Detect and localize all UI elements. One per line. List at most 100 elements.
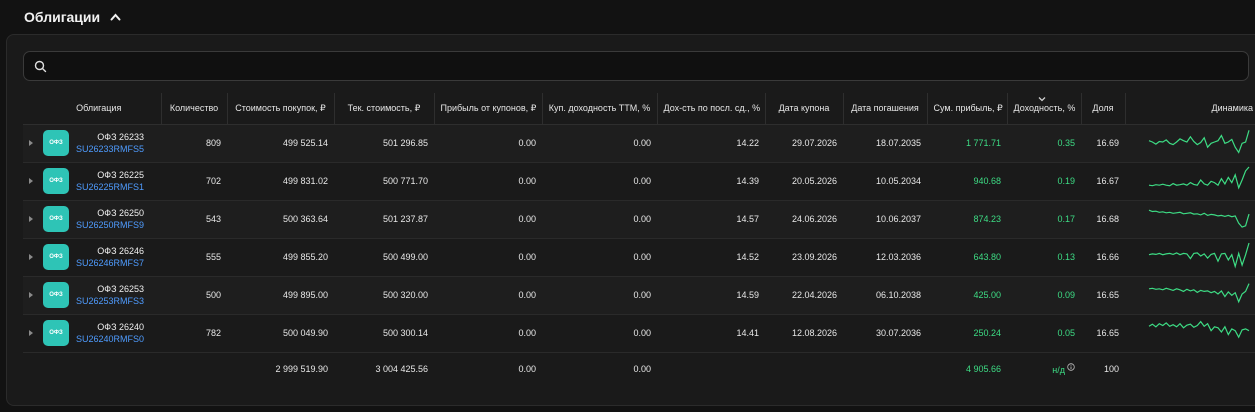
yield-cell: 0.17 [1007,200,1081,239]
chevron-up-icon[interactable] [109,11,121,23]
expand-cell[interactable] [23,124,37,163]
expand-cell[interactable] [23,314,37,353]
yield-cell: 0.13 [1007,238,1081,277]
col-header-coupon-profit[interactable]: Прибыль от купонов, ₽ [434,93,543,125]
total-yield-cell: н/д [1007,352,1081,386]
expand-cell[interactable] [23,238,37,277]
caret-right-icon[interactable] [29,178,33,184]
table-row[interactable]: ОФЗ ОФЗ 26246 SU26246RMFS7 555 499 855.20 500… [23,238,1255,277]
bond-isin-link[interactable]: SU26246RMFS7 [76,257,144,269]
search-icon [34,60,47,73]
sparkline-chart [1148,283,1250,304]
search-box[interactable] [23,51,1249,81]
coupon-date-cell: 22.04.2026 [765,276,843,315]
bond-isin-link[interactable]: SU26250RMFS9 [76,219,144,231]
yield-cell: 0.05 [1007,314,1081,353]
bond-logo: ОФЗ [43,320,69,346]
coupon-date-cell: 24.06.2026 [765,200,843,239]
bond-isin-link[interactable]: SU26253RMFS3 [76,295,144,307]
totals-empty [1125,352,1255,386]
coupon-profit-cell: 0.00 [434,162,542,201]
col-header-purchase-cost[interactable]: Стоимость покупок, ₽ [227,93,335,125]
sparkline-cell [1125,124,1255,163]
bonds-panel: Облигация Количество Стоимость покупок, … [6,34,1255,406]
maturity-date-cell: 12.03.2036 [843,238,927,277]
totals-empty [37,352,161,386]
caret-right-icon[interactable] [29,254,33,260]
current-cost-cell: 501 237.87 [334,200,434,239]
section-title: Облигации [24,9,101,25]
bond-isin-link[interactable]: SU26225RMFS1 [76,181,144,193]
totals-empty [23,352,37,386]
col-header-coupon-date[interactable]: Дата купона [765,93,844,125]
caret-right-icon[interactable] [29,292,33,298]
col-header-coupon-yield-ttm[interactable]: Куп. доходность TTM, % [542,93,658,125]
bond-isin-link[interactable]: SU26233RMFS5 [76,143,144,155]
sparkline-chart [1148,130,1250,154]
coupon-ttm-cell: 0.00 [542,200,657,239]
col-header-quantity[interactable]: Количество [161,93,228,125]
caret-right-icon[interactable] [29,140,33,146]
expand-cell[interactable] [23,162,37,201]
bond-logo: ОФЗ [43,168,69,194]
share-cell: 16.68 [1081,200,1125,239]
bond-logo-text: ОФЗ [49,178,63,184]
col-header-total-profit[interactable]: Сум. прибыль, ₽ [927,93,1008,125]
bond-logo-text: ОФЗ [49,216,63,222]
bond-name: ОФЗ 26233 [97,132,145,142]
purchase-cost-cell: 499 525.14 [227,124,334,163]
col-header-current-cost[interactable]: Тек. стоимость, ₽ [334,93,435,125]
col-header-bond[interactable]: Облигация [37,93,162,125]
col-header-maturity-date[interactable]: Дата погашения [843,93,928,125]
purchase-cost-cell: 499 855.20 [227,238,334,277]
current-cost-cell: 501 296.85 [334,124,434,163]
col-header-yield[interactable]: Доходность, % [1007,93,1082,125]
table-row[interactable]: ОФЗ ОФЗ 26225 SU26225RMFS1 702 499 831.02 500… [23,162,1255,201]
total-purchase: 2 999 519.90 [227,352,334,386]
last-deal-yield-cell: 14.39 [657,162,765,201]
total-coupon-profit: 0.00 [434,352,542,386]
col-header-share[interactable]: Доля [1081,93,1126,125]
table-row[interactable]: ОФЗ ОФЗ 26233 SU26233RMFS5 809 499 525.14 501… [23,124,1255,163]
info-icon[interactable] [1067,363,1075,371]
total-profit-cell: 250.24 [927,314,1007,353]
bond-name: ОФЗ 26253 [97,284,145,294]
sparkline-chart [1148,209,1250,228]
bond-logo: ОФЗ [43,206,69,232]
coupon-profit-cell: 0.00 [434,200,542,239]
maturity-date-cell: 10.05.2034 [843,162,927,201]
quantity-cell: 782 [161,314,227,353]
expand-cell[interactable] [23,200,37,239]
last-deal-yield-cell: 14.57 [657,200,765,239]
bond-name: ОФЗ 26246 [97,246,145,256]
sparkline-cell [1125,200,1255,239]
total-yield: н/д [1052,365,1065,376]
table-row[interactable]: ОФЗ ОФЗ 26253 SU26253RMFS3 500 499 895.00 500… [23,276,1255,315]
coupon-profit-cell: 0.00 [434,238,542,277]
bond-logo: ОФЗ [43,282,69,308]
section-header: Облигации [0,0,1255,34]
table-row[interactable]: ОФЗ ОФЗ 26250 SU26250RMFS9 543 500 363.64 501… [23,200,1255,239]
col-header-expand [23,93,37,125]
caret-right-icon[interactable] [29,330,33,336]
bond-name: ОФЗ 26225 [97,170,145,180]
bond-isin-link[interactable]: SU26240RMFS0 [76,333,144,345]
expand-cell[interactable] [23,276,37,315]
share-cell: 16.65 [1081,314,1125,353]
total-share: 100 [1081,352,1125,386]
maturity-date-cell: 18.07.2035 [843,124,927,163]
col-header-last-deal-yield[interactable]: Дох-сть по посл. сд., % [657,93,766,125]
search-input[interactable] [56,52,1236,80]
sparkline-cell [1125,276,1255,315]
current-cost-cell: 500 320.00 [334,276,434,315]
coupon-ttm-cell: 0.00 [542,124,657,163]
table-row[interactable]: ОФЗ ОФЗ 26240 SU26240RMFS0 782 500 049.90 500… [23,314,1255,353]
bond-logo-text: ОФЗ [49,140,63,146]
purchase-cost-cell: 499 831.02 [227,162,334,201]
caret-right-icon[interactable] [29,216,33,222]
bond-cell: ОФЗ ОФЗ 26253 SU26253RMFS3 [37,276,161,315]
sparkline-cell [1125,162,1255,201]
col-header-dynamics: Динамика [1125,93,1255,125]
sort-desc-icon[interactable] [1038,94,1046,102]
bonds-table: Облигация Количество Стоимость покупок, … [23,93,1255,386]
